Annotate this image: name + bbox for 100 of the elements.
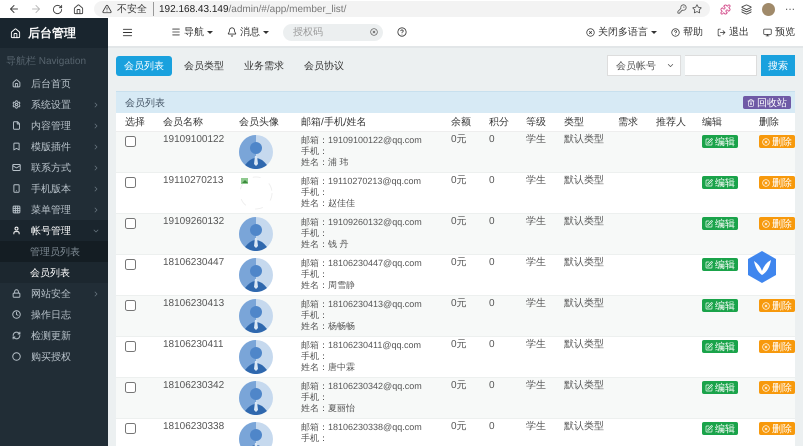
avatar-icon [239,217,273,251]
edit-icon [705,302,713,310]
sidebar-item[interactable]: 系统设置 [0,94,108,115]
menu-item-icon [12,121,21,130]
column-header: 编辑 [702,116,723,129]
row-checkbox[interactable] [125,341,136,352]
close-icon [762,384,770,392]
language-menu[interactable]: 关闭多语言 [586,25,657,39]
trash-icon [747,98,755,106]
tab[interactable]: 会员协议 [296,56,352,76]
email-text: 邮箱：19109260132@qq.com [301,217,423,228]
row-checkbox[interactable] [125,382,136,393]
logout-icon [717,28,726,36]
back-icon[interactable] [8,3,20,15]
type-cell-text: 默认类型 [564,299,605,309]
extension-icon[interactable] [720,4,731,14]
balance-cell-text: 0元 [451,299,468,309]
key-icon[interactable] [677,4,687,14]
sidebar-item[interactable]: 菜单管理 [0,199,108,220]
phone-text: 手机： [301,351,329,362]
tab[interactable]: 业务需求 [236,56,292,76]
member-name: 19110270213 [163,176,224,186]
messages-menu[interactable]: 消息 [227,25,269,39]
logout-link[interactable]: 退出 [717,25,749,39]
sidebar-item[interactable]: 帐号管理 [0,220,108,241]
sidebar-toggle-icon[interactable] [122,26,133,38]
help-icon[interactable] [397,27,407,37]
points-cell-text: 0 [489,299,496,309]
recycle-bin-button[interactable]: 回收站 [743,96,791,109]
sidebar-item[interactable]: 内容管理 [0,115,108,136]
row-checkbox[interactable] [125,218,136,229]
level-cell-text: 学生 [526,381,547,391]
submenu-item[interactable]: 会员列表 [0,262,108,283]
column-header: 会员头像 [239,116,280,129]
points-cell-text: 0 [489,217,496,227]
clear-icon[interactable] [370,28,378,36]
phone-text: 手机： [301,392,329,403]
phone-text: 手机： [301,269,329,280]
member-name: 19109100122 [163,135,226,145]
level-cell-text: 学生 [526,176,547,186]
sidebar-item[interactable]: 后台首页 [0,73,108,94]
brand-title: 后台管理 [28,24,76,42]
address-bar[interactable]: 192.168.43.149/admin/#/app/member_list/ [159,4,346,14]
member-name: 18106230338 [163,422,226,432]
menu-item-icon [12,226,21,235]
menu-item-icon [12,142,21,151]
search-input[interactable] [685,55,757,76]
balance-cell-text: 0元 [451,217,468,227]
row-checkbox[interactable] [125,423,136,434]
menu-icon [171,27,181,37]
sidebar-item[interactable]: 操作日志 [0,304,108,325]
row-checkbox[interactable] [125,259,136,270]
edit-icon [705,342,713,350]
nav-menu[interactable]: 导航 [171,25,213,39]
browser-menu[interactable]: ··· [785,4,795,14]
sidebar-item[interactable]: 检测更新 [0,325,108,346]
chevron-down-icon [666,61,675,70]
collections-icon[interactable] [741,4,752,14]
row-checkbox[interactable] [125,300,136,311]
sidebar-item[interactable]: 网站安全 [0,283,108,304]
tab[interactable]: 会员类型 [176,56,232,76]
close-icon [762,342,770,350]
level-cell-text: 学生 [526,299,547,309]
profile-avatar[interactable] [762,2,775,16]
row-checkbox[interactable] [125,136,136,147]
home-icon[interactable] [73,4,84,14]
license-field[interactable]: 授权码 [283,24,383,40]
star-icon[interactable] [692,4,702,14]
help-link[interactable]: 帮助 [671,25,703,39]
submenu-item[interactable]: 管理员列表 [0,241,108,262]
avatar-icon [239,299,273,333]
email-text: 邮箱：19110270213@qq.com [301,176,422,187]
sidebar-item[interactable]: 购买授权 [0,346,108,367]
menu-item-icon [12,310,21,319]
column-header: 删除 [759,116,780,129]
level-cell-text: 学生 [526,422,547,432]
security-label[interactable]: 不安全 [117,2,154,16]
column-header: 等级 [526,116,547,129]
reload-icon[interactable] [52,4,63,14]
close-icon [762,220,770,228]
sidebar-item[interactable]: 联系方式 [0,157,108,178]
points-cell-text: 0 [489,258,496,268]
name-text: 姓名：夏丽怡 [301,403,356,414]
type-cell-text: 默认类型 [564,422,605,432]
name-text: 姓名：赵佳佳 [301,198,356,209]
chevron-right-icon [92,184,100,192]
preview-link[interactable]: 预览 [763,25,795,39]
menu-item-icon [12,331,21,340]
broken-image-icon [239,176,273,210]
email-text: 邮箱：18106230413@qq.com [301,299,423,310]
menu-item-icon [12,289,21,298]
level-cell-text: 学生 [526,135,547,145]
edit-icon [705,178,713,186]
chevron-right-icon [92,142,100,150]
search-field-select[interactable]: 会员帐号 [607,55,681,76]
type-cell-text: 默认类型 [564,340,605,350]
sidebar-item[interactable]: 模版插件 [0,136,108,157]
points-cell-text: 0 [489,135,496,145]
row-checkbox[interactable] [125,177,136,188]
sidebar-item[interactable]: 手机版本 [0,178,108,199]
